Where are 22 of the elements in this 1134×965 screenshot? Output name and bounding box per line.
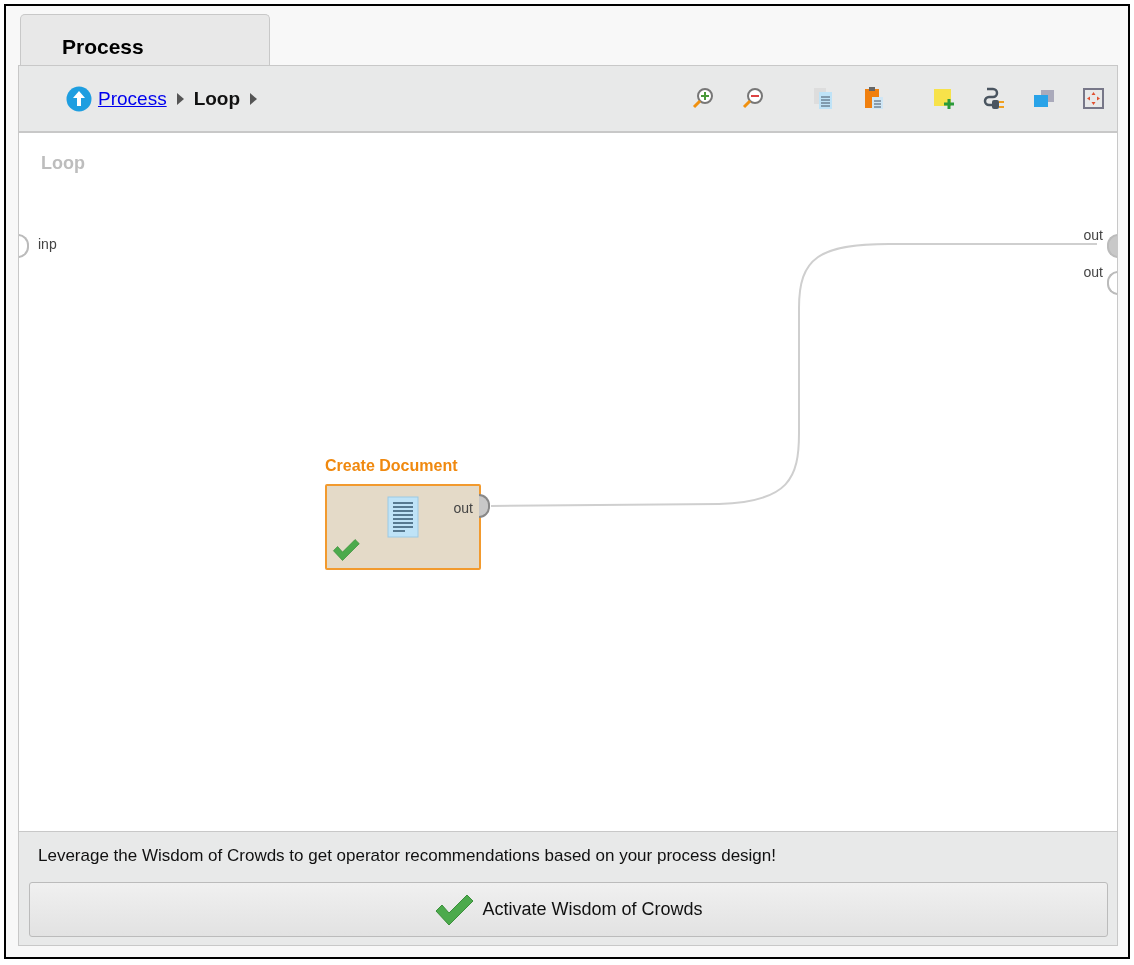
port-label: inp: [38, 236, 57, 252]
operator-title: Create Document: [325, 457, 458, 475]
output-port[interactable]: [479, 494, 490, 518]
breadcrumb-arrow-icon: [250, 92, 258, 105]
recommendation-message: Leverage the Wisdom of Crowds to get operator recommendations based on your process design!: [38, 846, 777, 866]
fit-to-view-icon[interactable]: [1081, 85, 1107, 112]
port-label: out: [1083, 264, 1103, 280]
operator-node[interactable]: out: [325, 484, 481, 570]
plug-icon[interactable]: [981, 85, 1007, 112]
breadcrumb-current: Loop: [193, 87, 241, 110]
port-label: out: [453, 500, 473, 516]
checkmark-icon: [434, 892, 475, 927]
activate-button[interactable]: Activate Wisdom of Crowds: [29, 882, 1108, 937]
output-port[interactable]: [1107, 234, 1117, 258]
input-port[interactable]: [19, 234, 29, 258]
port-label: out: [1083, 227, 1103, 243]
breadcrumb-arrow-icon: [176, 92, 184, 105]
breadcrumb-link[interactable]: Process: [98, 87, 167, 110]
canvas-title: Loop: [41, 153, 85, 174]
document-icon: [387, 496, 419, 538]
output-port[interactable]: [1107, 271, 1117, 295]
process-tab[interactable]: Process: [20, 14, 270, 65]
